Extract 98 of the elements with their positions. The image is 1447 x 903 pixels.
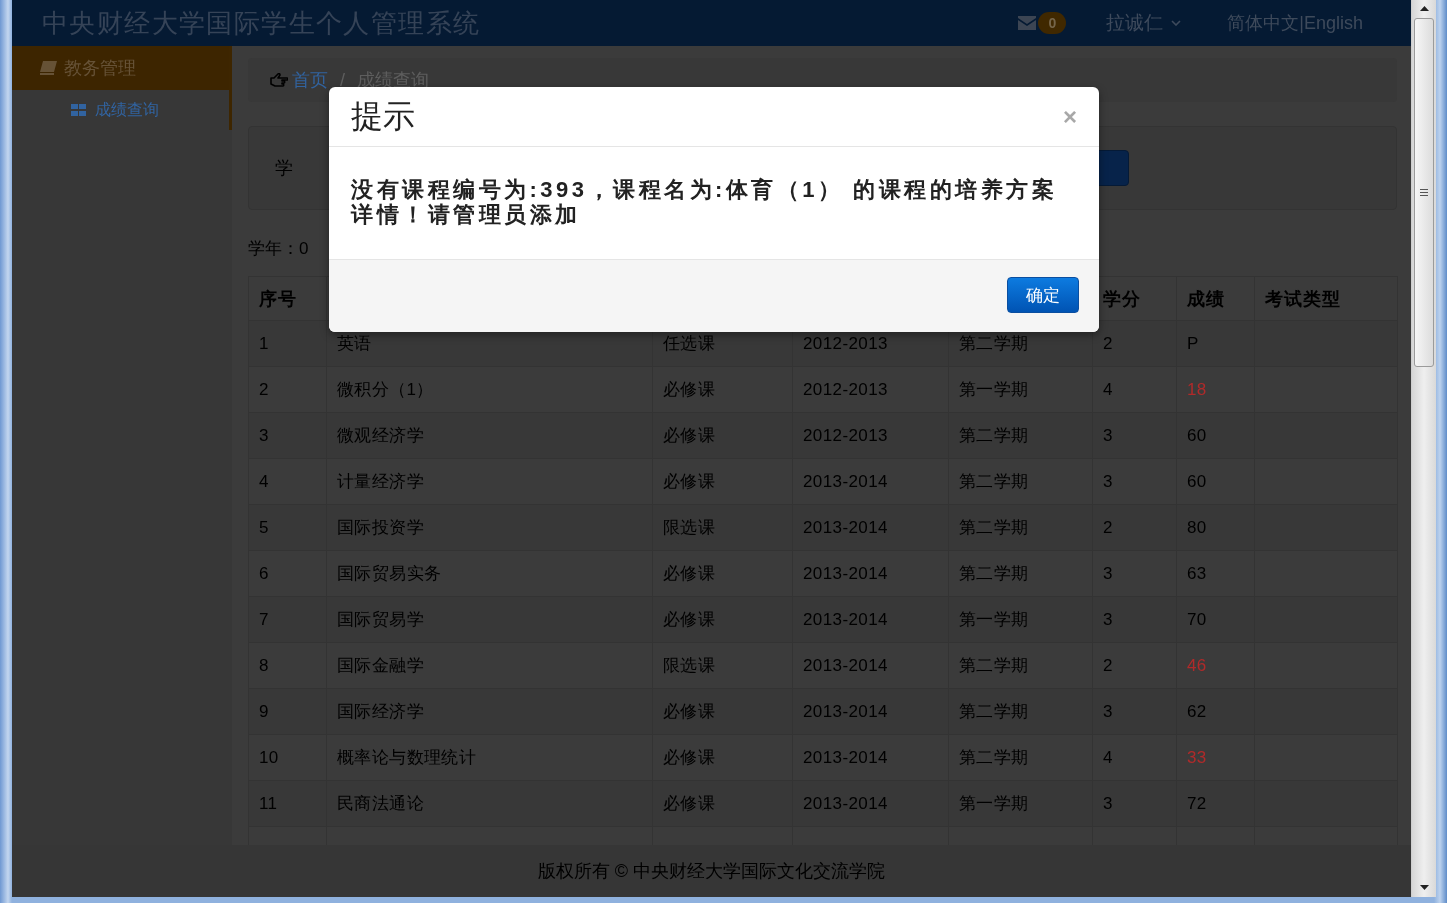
table-cell: 微积分（1） — [326, 366, 653, 413]
table-cell: 3 — [1092, 458, 1177, 505]
table-cell: 70 — [1176, 596, 1255, 643]
dialog-title: 提示 — [351, 96, 415, 136]
table-cell: 60 — [1176, 412, 1255, 459]
table-cell: 2012-2013 — [792, 366, 949, 413]
confirm-button[interactable]: 确定 — [1007, 277, 1079, 313]
table-cell: 11 — [248, 780, 327, 827]
breadcrumb-link[interactable]: 首页 — [270, 68, 328, 92]
table-cell: 3 — [1092, 688, 1177, 735]
table-cell: 6 — [248, 550, 327, 597]
table-cell: 7 — [248, 596, 327, 643]
table-cell: 国际投资学 — [326, 504, 653, 551]
field-label: 学 — [275, 157, 293, 180]
down-triangle-icon — [1419, 885, 1429, 890]
table-cell: 限选课 — [652, 642, 793, 689]
table-cell: 4 — [1092, 734, 1177, 781]
table-cell: P — [1176, 320, 1255, 367]
user-menu[interactable]: 拉诚仁 — [1106, 10, 1182, 36]
table-cell: 概率论与数理统计 — [326, 734, 653, 781]
message-count-badge: 0 — [1038, 12, 1067, 34]
table-cell: 第二学期 — [948, 458, 1093, 505]
table-cell: 3 — [248, 412, 327, 459]
language-separator: | — [1299, 12, 1304, 34]
menu-item[interactable]: 成绩查询 — [12, 90, 229, 130]
table-cell: 2013-2014 — [792, 596, 949, 643]
column-header: 成绩 — [1176, 276, 1255, 321]
messages-link[interactable]: 0 — [1018, 12, 1067, 34]
table-cell: 第二学期 — [948, 412, 1093, 459]
table-cell: 46 — [1176, 642, 1255, 689]
table-cell: 3 — [1092, 412, 1177, 459]
table-cell: 2 — [1092, 320, 1177, 367]
table-cell: 33 — [1176, 734, 1255, 781]
breadcrumb-separator: / — [340, 69, 345, 91]
column-header: 序号 — [248, 276, 327, 321]
table-cell: 必修课 — [652, 550, 793, 597]
envelope-icon — [1018, 16, 1037, 30]
up-triangle-icon — [1419, 6, 1429, 11]
table-cell: 8 — [248, 642, 327, 689]
table-cell: 2013-2014 — [792, 550, 949, 597]
table-cell: 计量经济学 — [326, 458, 653, 505]
table-cell: 第一学期 — [948, 596, 1093, 643]
column-header: 考试类型 — [1254, 276, 1398, 321]
table-cell: 第二学期 — [948, 688, 1093, 735]
caret-down-icon — [1171, 20, 1182, 26]
language-link[interactable]: English — [1303, 12, 1363, 34]
grip-lines-icon — [1420, 189, 1428, 196]
table-cell: 2 — [1092, 642, 1177, 689]
table-cell: 第一学期 — [948, 780, 1093, 827]
table-cell: 9 — [248, 688, 327, 735]
table-cell: 4 — [248, 458, 327, 505]
close-button[interactable]: × — [1063, 104, 1077, 129]
language-link[interactable]: 简体中文 — [1227, 11, 1300, 35]
table-cell: 5 — [248, 504, 327, 551]
table-cell: 第二学期 — [948, 504, 1093, 551]
table-cell: 2012-2013 — [792, 412, 949, 459]
table-cell: 必修课 — [652, 458, 793, 505]
table-cell: 10 — [248, 734, 327, 781]
table-cell: 2 — [1092, 504, 1177, 551]
table-cell: 必修课 — [652, 780, 793, 827]
table-cell: 2 — [248, 366, 327, 413]
table-cell: 2013-2014 — [792, 780, 949, 827]
table-cell: 2013-2014 — [792, 642, 949, 689]
table-cell: 第二学期 — [948, 642, 1093, 689]
table-cell: 1 — [248, 320, 327, 367]
table-cell: 2013-2014 — [792, 458, 949, 505]
scroll-thumb[interactable] — [1414, 18, 1434, 367]
table-cell: 3 — [1092, 780, 1177, 827]
table-cell: 微观经济学 — [326, 412, 653, 459]
book-icon — [40, 61, 57, 75]
table-cell: 2013-2014 — [792, 688, 949, 735]
table-cell: 国际经济学 — [326, 688, 653, 735]
table-cell: 必修课 — [652, 596, 793, 643]
table-cell: 80 — [1176, 504, 1255, 551]
table-cell: 第二学期 — [948, 734, 1093, 781]
table-cell: 第一学期 — [948, 366, 1093, 413]
table-cell: 60 — [1176, 458, 1255, 505]
grid-icon — [71, 104, 86, 116]
table-cell: 3 — [1092, 550, 1177, 597]
table-cell: 3 — [1092, 596, 1177, 643]
table-cell: 18 — [1176, 366, 1255, 413]
pointing-hand-icon — [270, 73, 288, 87]
table-cell: 62 — [1176, 688, 1255, 735]
summary-text: 学年：0 — [248, 238, 309, 260]
table-cell: 国际贸易实务 — [326, 550, 653, 597]
table-cell: 63 — [1176, 550, 1255, 597]
dialog-message: 没有课程编号为:393，课程名为:体育（1） 的课程的培养方案详情！请管理员添加 — [351, 177, 1059, 227]
table-cell: 72 — [1176, 780, 1255, 827]
table-cell: 第二学期 — [948, 550, 1093, 597]
table-cell: 必修课 — [652, 412, 793, 459]
table-cell: 2013-2014 — [792, 504, 949, 551]
table-cell: 2013-2014 — [792, 734, 949, 781]
table-cell: 限选课 — [652, 504, 793, 551]
table-cell: 国际金融学 — [326, 642, 653, 689]
table-cell: 必修课 — [652, 688, 793, 735]
table-cell: 必修课 — [652, 366, 793, 413]
table-cell: 必修课 — [652, 734, 793, 781]
table-cell: 4 — [1092, 366, 1177, 413]
